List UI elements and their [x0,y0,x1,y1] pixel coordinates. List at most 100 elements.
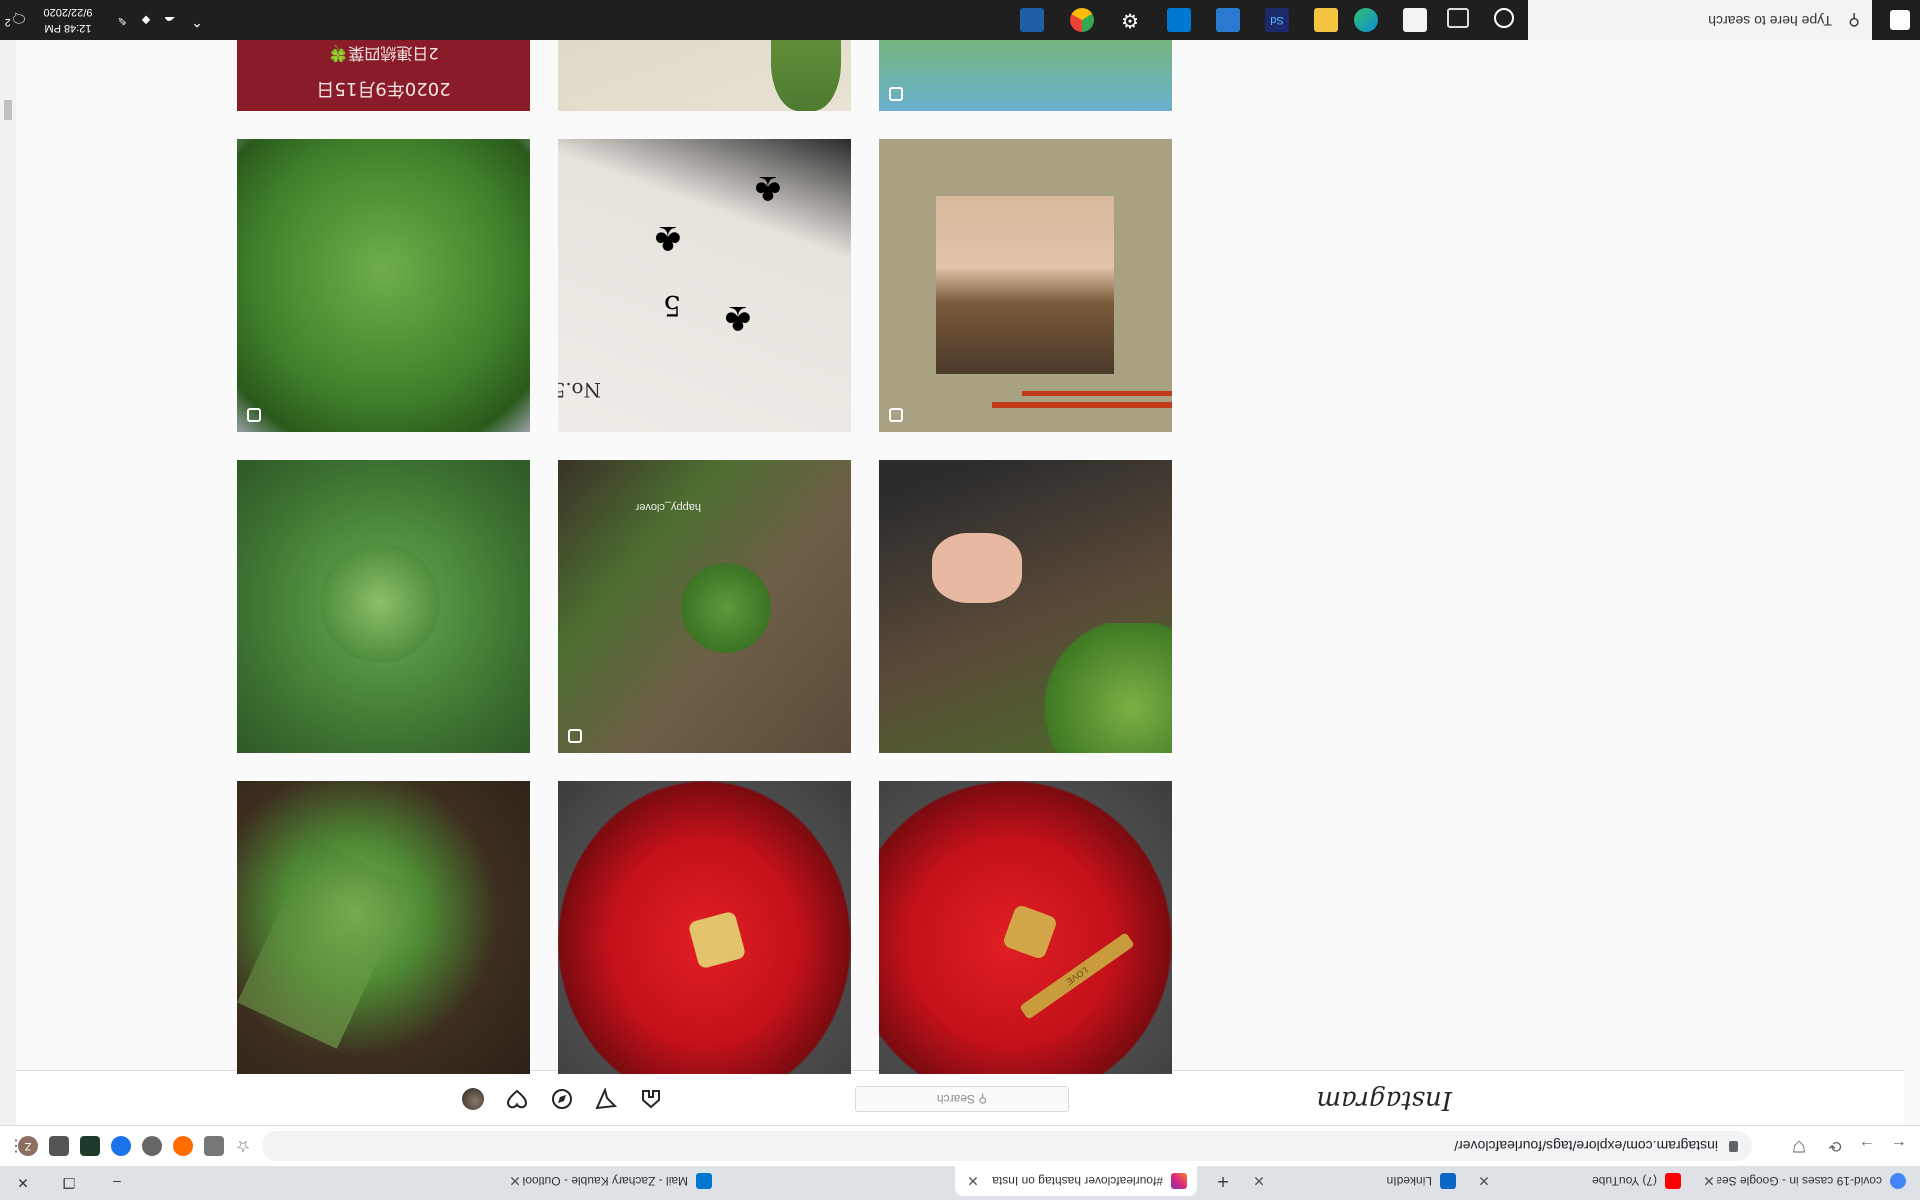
clock-date: 9/22/2020 [43,6,93,18]
reload-button[interactable]: ⟳ [1822,1132,1848,1158]
explore-icon[interactable] [551,1088,573,1110]
close-icon[interactable]: ✕ [1701,1173,1717,1190]
url-text: instagram.com/explore/tags/fourleafclove… [1454,1138,1718,1154]
chrome-icon[interactable] [1070,8,1094,32]
windows-start-icon[interactable] [1890,10,1910,30]
taskbar-search-placeholder: Type here to search [1708,13,1832,29]
extension-icon[interactable] [173,1136,193,1156]
minimize-button[interactable]: – [94,1166,140,1200]
browser-toolbar: ← → ⟳ ⛉ instagram.com/explore/tags/fourl… [0,1125,1920,1166]
card-number: 5 [663,289,681,322]
watermark-text: happy_clover [635,501,701,513]
chevron-up-icon[interactable]: ⌃ [182,0,212,30]
post-clover-grass[interactable] [237,781,530,1074]
direct-icon[interactable] [595,1088,617,1110]
menu-icon[interactable]: ⋮ [6,1132,26,1158]
tab-label: Mail - Zachary Kauble - Outlook [523,1174,688,1188]
scrollbar-thumb[interactable] [4,100,12,120]
post-playing-card-clubs[interactable]: ♣ ♣ ♣ 5 No.5 [558,139,851,432]
extension-icon[interactable] [80,1136,100,1156]
search-placeholder: Search [936,1092,975,1106]
address-bar[interactable]: instagram.com/explore/tags/fourleafclove… [262,1131,1752,1161]
browser-tab-strip: covid-19 cases in - Google Searc ✕ (7) Y… [0,1166,1920,1200]
club-icon: ♣ [654,218,681,262]
post-clover-patch[interactable] [237,460,530,753]
post-heart-red-2[interactable] [558,781,851,1074]
profile-avatar[interactable] [462,1088,484,1110]
search-input[interactable]: ⚲ Search [855,1086,1069,1112]
tab-linkedin[interactable]: LinkedIn ✕ [1241,1166,1466,1196]
multi-post-icon [889,87,903,101]
tab-google-search[interactable]: covid-19 cases in - Google Searc ✕ [1691,1166,1916,1196]
close-icon[interactable]: ✕ [507,1173,523,1190]
extension-icon[interactable] [111,1136,131,1156]
windows-taskbar: ⚲ Type here to search Sd ⚙ ⌃ ☁ ◆ ✎ 12:48… [0,0,1920,40]
clover-patch [1042,623,1172,753]
shield-icon[interactable]: ⛉ [1786,1132,1812,1158]
close-window-button[interactable]: ✕ [0,1166,46,1200]
sd-icon[interactable]: Sd [1265,8,1289,32]
notification-count: 2 [4,16,11,28]
pen-icon[interactable]: ✎ [110,0,134,28]
tab-label: #fourleafclover hashtag on Insta [992,1174,1163,1188]
instagram-header: Instagram ⚲ Search [0,1070,1904,1125]
star-icon[interactable]: ☆ [230,1132,256,1158]
back-button[interactable]: ← [1886,1132,1912,1158]
close-icon[interactable]: ✕ [1251,1173,1267,1190]
calendar-date: 2020年9月15日 [316,78,451,99]
club-icon: ♣ [754,168,781,212]
forward-button[interactable]: → [1854,1132,1880,1158]
post-clover-bouquet[interactable] [237,139,530,432]
dropbox-icon[interactable]: ◆ [134,0,158,28]
tab-youtube[interactable]: (7) YouTube ✕ [1466,1166,1691,1196]
youtube-icon [1665,1173,1681,1189]
tab-label: covid-19 cases in - Google Searc [1717,1174,1882,1188]
restore-button[interactable]: ❐ [46,1166,92,1200]
google-icon [1890,1173,1906,1189]
multi-post-icon [889,408,903,422]
edge-icon[interactable] [1354,8,1378,32]
file-explorer-icon[interactable] [1314,8,1338,32]
clover-leaf [320,543,440,663]
tab-outlook[interactable]: Mail - Zachary Kauble - Outlook ✕ [497,1166,722,1196]
tab-instagram[interactable]: #fourleafclover hashtag on Insta ✕ [955,1166,1197,1196]
store-icon[interactable] [1403,8,1427,32]
page-scrollbar[interactable] [0,33,16,1125]
clover-leaf [681,563,771,653]
onedrive-icon[interactable]: ☁ [158,0,182,28]
close-icon[interactable]: ✕ [965,1173,981,1190]
clock[interactable]: 12:48 PM 9/22/2020 [28,0,108,36]
outlook-icon [696,1173,712,1189]
calendar-subtext: 2日連続四葉🍀 [328,44,439,63]
new-tab-button[interactable]: + [1211,1169,1235,1193]
instagram-logo[interactable]: Instagram [1316,1085,1452,1115]
home-icon[interactable] [640,1088,662,1110]
linkedin-icon [1440,1173,1456,1189]
lock-icon [1729,1141,1738,1152]
activity-icon[interactable] [506,1088,528,1110]
hand [932,533,1022,603]
post-clover-dry-ground[interactable]: happy_clover [558,460,851,753]
taskbar-search[interactable]: ⚲ Type here to search [1528,0,1872,40]
search-icon: ⚲ [974,1092,988,1106]
clock-time: 12:48 PM [44,22,92,34]
clover-pin-icon [687,910,747,970]
tab-label: LinkedIn [1386,1174,1432,1188]
outlook-icon[interactable] [1167,8,1191,32]
brush-stroke [1022,391,1172,396]
close-icon[interactable]: ✕ [1476,1173,1492,1190]
paint-icon[interactable] [1020,8,1044,32]
notification-icon[interactable]: 🗨2 [4,0,28,30]
extension-icon[interactable] [204,1136,224,1156]
puzzle-icon[interactable] [49,1136,69,1156]
post-heart-red-1[interactable]: LOVE [879,781,1172,1074]
cortana-icon[interactable] [1494,8,1514,28]
grass-blades [237,839,413,1049]
settings-icon[interactable]: ⚙ [1118,8,1142,32]
extension-icon[interactable] [142,1136,162,1156]
portrait-photo [936,196,1114,374]
photos-icon[interactable] [1216,8,1240,32]
task-view-icon[interactable] [1447,8,1469,28]
post-portrait-card[interactable] [879,139,1172,432]
post-hand-clover-soil[interactable] [879,460,1172,753]
